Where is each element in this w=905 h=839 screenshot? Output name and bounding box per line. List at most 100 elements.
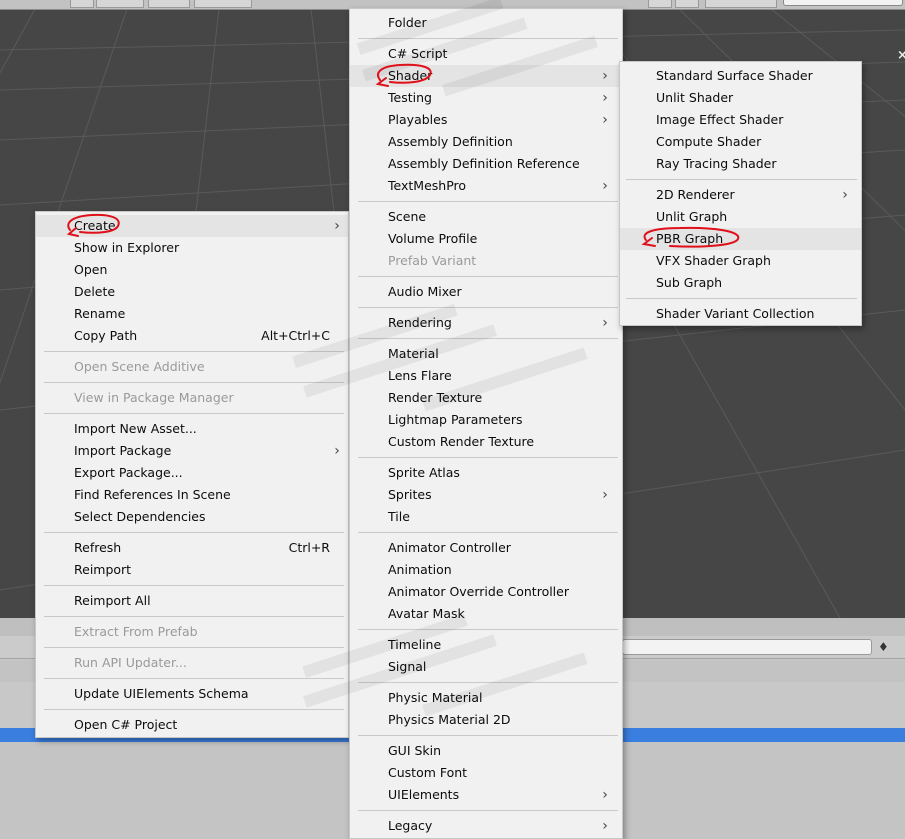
menu-item-lens-flare[interactable]: Lens Flare	[350, 365, 622, 387]
menu-item-material[interactable]: Material	[350, 343, 622, 365]
toolbar-button[interactable]	[148, 0, 190, 8]
menu-item-sprites[interactable]: Sprites ›	[350, 484, 622, 506]
menu-item-vfx-shader-graph[interactable]: VFX Shader Graph	[620, 250, 861, 272]
project-search-input[interactable]	[622, 639, 872, 655]
menu-item-lightmap-parameters[interactable]: Lightmap Parameters	[350, 409, 622, 431]
menu-item-reimport[interactable]: Reimport	[36, 559, 348, 581]
menu-item-ray-tracing-shader[interactable]: Ray Tracing Shader	[620, 153, 861, 175]
chevron-right-icon: ›	[602, 315, 608, 331]
menu-separator	[36, 643, 348, 652]
menu-item-label: Copy Path	[74, 328, 138, 343]
menu-item-label: Tile	[388, 509, 410, 524]
menu-item-image-effect-shader[interactable]: Image Effect Shader	[620, 109, 861, 131]
menu-item-compute-shader[interactable]: Compute Shader	[620, 131, 861, 153]
menu-item-sprite-atlas[interactable]: Sprite Atlas	[350, 462, 622, 484]
menu-item-render-texture[interactable]: Render Texture	[350, 387, 622, 409]
menu-item-rename[interactable]: Rename	[36, 303, 348, 325]
menu-separator	[350, 334, 622, 343]
toolbar-button[interactable]	[675, 0, 699, 8]
menu-item-label: Reimport	[74, 562, 132, 577]
menu-item-label: Import New Asset...	[74, 421, 197, 436]
menu-separator	[350, 731, 622, 740]
menu-item-rendering[interactable]: Rendering ›	[350, 312, 622, 334]
menu-item-refresh[interactable]: Refresh Ctrl+R	[36, 537, 348, 559]
menu-item-label: Prefab Variant	[388, 253, 477, 268]
menu-item-sub-graph[interactable]: Sub Graph	[620, 272, 861, 294]
menu-item-label: Material	[388, 346, 439, 361]
menu-item-tile[interactable]: Tile	[350, 506, 622, 528]
menu-item-label: Shader Variant Collection	[656, 306, 815, 321]
menu-item-create[interactable]: Create ›	[36, 215, 348, 237]
menu-item-delete[interactable]: Delete	[36, 281, 348, 303]
menu-item-view-in-package-manager: View in Package Manager	[36, 387, 348, 409]
menu-item-label: Show in Explorer	[74, 240, 180, 255]
menu-item-custom-render-texture[interactable]: Custom Render Texture	[350, 431, 622, 453]
menu-item-textmeshpro[interactable]: TextMeshPro ›	[350, 175, 622, 197]
menu-item-label: Unlit Graph	[656, 209, 728, 224]
menu-item-signal[interactable]: Signal	[350, 656, 622, 678]
menu-item-unlit-shader[interactable]: Unlit Shader	[620, 87, 861, 109]
menu-item-assembly-definition[interactable]: Assembly Definition	[350, 131, 622, 153]
menu-item-update-uielements-schema[interactable]: Update UIElements Schema	[36, 683, 348, 705]
menu-item-label: Physic Material	[388, 690, 483, 705]
menu-item-unlit-graph[interactable]: Unlit Graph	[620, 206, 861, 228]
menu-item-label: Rename	[74, 306, 126, 321]
toolbar-button[interactable]	[648, 0, 672, 8]
menu-item-label: Run API Updater...	[74, 655, 187, 670]
menu-item-label: Open C# Project	[74, 717, 178, 732]
menu-item-reimport-all[interactable]: Reimport All	[36, 590, 348, 612]
gizmos-dropdown[interactable]	[705, 0, 777, 8]
menu-item-import-package[interactable]: Import Package ›	[36, 440, 348, 462]
menu-item-audio-mixer[interactable]: Audio Mixer	[350, 281, 622, 303]
menu-item-assembly-definition-reference[interactable]: Assembly Definition Reference	[350, 153, 622, 175]
menu-item-shader-variant-collection[interactable]: Shader Variant Collection	[620, 303, 861, 325]
menu-item-volume-profile[interactable]: Volume Profile	[350, 228, 622, 250]
menu-item-shader[interactable]: Shader ›	[350, 65, 622, 87]
menu-item-physic-material[interactable]: Physic Material	[350, 687, 622, 709]
toolbar-button[interactable]	[194, 0, 252, 8]
scene-tools-icon[interactable]: ♦	[878, 640, 894, 654]
menu-separator	[36, 581, 348, 590]
menu-item-folder[interactable]: Folder	[350, 12, 622, 34]
menu-item-standard-surface-shader[interactable]: Standard Surface Shader	[620, 65, 861, 87]
menu-item-testing[interactable]: Testing ›	[350, 87, 622, 109]
menu-item-label: Volume Profile	[388, 231, 478, 246]
menu-item-label: View in Package Manager	[74, 390, 234, 405]
menu-item-label: Lens Flare	[388, 368, 452, 383]
toolbar-button[interactable]	[96, 0, 144, 8]
menu-item-label: Testing	[388, 90, 432, 105]
menu-item-gui-skin[interactable]: GUI Skin	[350, 740, 622, 762]
menu-item-select-dependencies[interactable]: Select Dependencies	[36, 506, 348, 528]
menu-item-uielements[interactable]: UIElements ›	[350, 784, 622, 806]
menu-item-playables[interactable]: Playables ›	[350, 109, 622, 131]
menu-item-open[interactable]: Open	[36, 259, 348, 281]
menu-item-physics-material-2d[interactable]: Physics Material 2D	[350, 709, 622, 731]
menu-item-pbr-graph[interactable]: PBR Graph	[620, 228, 861, 250]
menu-item-animator-controller[interactable]: Animator Controller	[350, 537, 622, 559]
menu-item-find-references-in-scene[interactable]: Find References In Scene	[36, 484, 348, 506]
chevron-right-icon: ›	[334, 218, 340, 234]
menu-item-2d-renderer[interactable]: 2D Renderer ›	[620, 184, 861, 206]
menu-item-scene[interactable]: Scene	[350, 206, 622, 228]
menu-item-copy-path[interactable]: Copy Path Alt+Ctrl+C	[36, 325, 348, 347]
menu-item-show-in-explorer[interactable]: Show in Explorer	[36, 237, 348, 259]
menu-item-label: UIElements	[388, 787, 460, 802]
menu-item-animator-override-controller[interactable]: Animator Override Controller	[350, 581, 622, 603]
chevron-right-icon: ›	[602, 818, 608, 834]
menu-separator	[36, 409, 348, 418]
menu-item-import-new-asset[interactable]: Import New Asset...	[36, 418, 348, 440]
close-icon[interactable]: ×	[897, 48, 905, 63]
menu-item-c-script[interactable]: C# Script	[350, 43, 622, 65]
menu-item-label: Render Texture	[388, 390, 483, 405]
toolbar-button[interactable]	[70, 0, 94, 8]
menu-item-label: Open Scene Additive	[74, 359, 205, 374]
menu-item-timeline[interactable]: Timeline	[350, 634, 622, 656]
menu-item-custom-font[interactable]: Custom Font	[350, 762, 622, 784]
menu-item-avatar-mask[interactable]: Avatar Mask	[350, 603, 622, 625]
menu-item-export-package[interactable]: Export Package...	[36, 462, 348, 484]
search-input[interactable]	[783, 0, 903, 6]
menu-item-label: Import Package	[74, 443, 172, 458]
menu-item-legacy[interactable]: Legacy ›	[350, 815, 622, 837]
menu-item-animation[interactable]: Animation	[350, 559, 622, 581]
menu-item-open-c-project[interactable]: Open C# Project	[36, 714, 348, 736]
